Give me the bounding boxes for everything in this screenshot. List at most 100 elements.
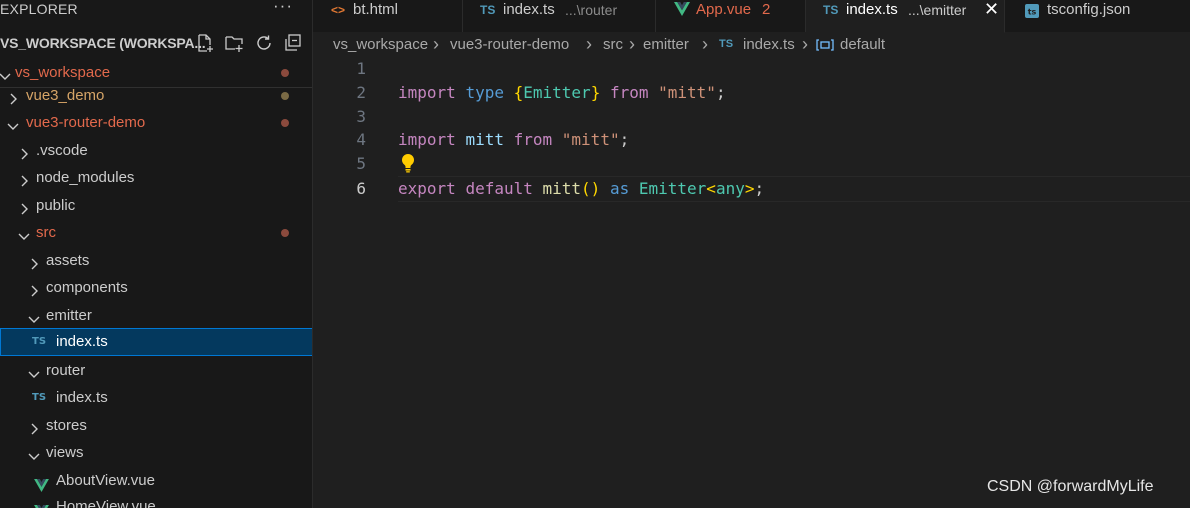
tree-item-label: stores [46,417,87,434]
line-number-current: 6 [356,179,366,198]
breadcrumb-item[interactable]: index.ts [743,36,795,53]
status-dot [281,92,289,100]
tab-label: bt.html [353,1,399,18]
tree-item-vscode[interactable]: .vscode [0,137,312,164]
typescript-file-icon: TS [32,336,47,347]
line-number: 4 [356,130,366,149]
token-keyword: as [609,179,630,198]
token-bracket: } [590,83,601,102]
tree-item-label: router [46,362,86,379]
tree-item-router-index-ts[interactable]: TS index.ts [0,384,312,411]
line-number: 2 [356,83,366,102]
modified-dot [281,229,289,237]
more-actions-icon[interactable]: ··· [273,0,293,16]
tree-item-views[interactable]: views [0,439,312,466]
token-bracket: () [581,179,601,198]
tree-item-components[interactable]: components [0,274,312,301]
tree-item-vue3-router-demo[interactable]: vue3-router-demo [0,109,312,136]
tree-item-home-view[interactable]: HomeView.vue [0,493,312,508]
breadcrumb-separator: › [702,34,708,54]
token-punctuation: ; [619,130,630,149]
chevron-right-icon [27,280,41,297]
chevron-right-icon [27,418,41,435]
tree-item-label: src [36,224,56,241]
chevron-down-icon [27,363,41,378]
breadcrumb-separator: › [586,34,592,54]
token-type: any [715,179,745,198]
tab-tsconfig-json[interactable]: ts tsconfig.json [1005,0,1190,32]
token-variable: mitt [465,130,504,149]
tree-item-label: views [46,444,84,461]
breadcrumb-item[interactable]: emitter [643,36,689,53]
tree-item-label: HomeView.vue [56,498,156,508]
token-bracket: { [513,83,524,102]
typescript-file-icon: TS [719,38,734,50]
symbol-variable-icon [816,37,834,57]
workspace-title: VS_WORKSPACE (WORKSPA... [0,35,206,51]
tab-label: App.vue [696,1,752,18]
token-type: Emitter [523,83,591,102]
tree-item-router[interactable]: router [0,357,312,384]
collapse-all-icon[interactable] [283,33,303,53]
tree-item-assets[interactable]: assets [0,247,312,274]
tab-label: index.ts [503,1,555,18]
problem-count-badge: 2 [762,1,771,18]
line-number: 1 [356,59,366,78]
code-line-2: import type {Emitter} from "mitt"; [398,81,726,105]
token-keyword: default [465,179,533,198]
breadcrumb-item[interactable]: vue3-router-demo [450,36,569,53]
line-number: 5 [356,154,366,173]
tab-description: ...\router [565,2,618,18]
tree-item-emitter[interactable]: emitter [0,302,312,329]
workspace-header[interactable]: VS_WORKSPACE (WORKSPA... [0,32,312,56]
typescript-file-icon: TS [32,392,47,403]
tree-item-emitter-index-ts[interactable]: TS index.ts [0,328,312,356]
token-punctuation: ; [754,179,765,198]
token-keyword: type [465,83,504,102]
new-folder-icon[interactable] [224,33,244,53]
tree-item-label: node_modules [36,169,135,186]
tree-item-label: index.ts [56,389,108,406]
tab-label: tsconfig.json [1047,1,1131,18]
chevron-down-icon [6,115,20,130]
tree-item-vue3-demo[interactable]: vue3_demo [0,82,312,109]
line-number: 3 [356,107,366,126]
tree-item-about-view[interactable]: AboutView.vue [0,467,312,494]
tree-item-stores[interactable]: stores [0,412,312,439]
breadcrumb-separator: › [802,34,808,54]
token-punctuation: ; [715,83,726,102]
new-file-icon[interactable] [195,33,215,53]
breadcrumb: vs_workspace › vue3-router-demo › src › … [313,33,1190,57]
code-editor[interactable]: 1 2 3 4 5 6 import type {Emitter} from "… [313,57,1190,508]
token-string: "mitt" [658,83,716,102]
refresh-icon[interactable] [254,33,274,53]
editor-tab-bar: <> bt.html TS index.ts ...\router App.vu… [313,0,1190,33]
watermark: CSDN @forwardMyLife [987,478,1154,495]
tab-router-index-ts[interactable]: TS index.ts ...\router [463,0,656,32]
token-string: "mitt" [561,130,620,149]
tree-item-src[interactable]: src [0,219,312,246]
token-keyword: export [398,179,456,198]
tab-emitter-index-ts[interactable]: TS index.ts ...\emitter ✕ [806,0,1005,33]
modified-dot [281,69,289,77]
chevron-down-icon [17,225,31,240]
breadcrumb-item[interactable]: default [840,36,885,53]
chevron-down-icon [27,308,41,323]
tab-description: ...\emitter [908,2,967,18]
tree-item-label: .vscode [36,142,88,159]
tree-item-public[interactable]: public [0,192,312,219]
html-file-icon: <> [331,3,346,17]
tree-item-label: vue3-router-demo [26,114,146,131]
close-icon[interactable]: ✕ [984,0,999,20]
vue-file-icon [34,474,49,492]
breadcrumb-item[interactable]: vs_workspace [333,36,428,53]
breadcrumb-item[interactable]: src [603,36,623,53]
chevron-down-icon [27,445,41,460]
tab-app-vue[interactable]: App.vue 2 [656,0,806,32]
tree-item-label: vue3_demo [26,87,105,104]
tab-bt-html[interactable]: <> bt.html [313,0,463,32]
lightbulb-icon[interactable] [400,153,416,173]
explorer-sidebar: EXPLORER ··· VS_WORKSPACE (WORKSPA... vs… [0,0,313,508]
tree-item-node-modules[interactable]: node_modules [0,164,312,191]
tree-item-label: index.ts [56,333,108,350]
